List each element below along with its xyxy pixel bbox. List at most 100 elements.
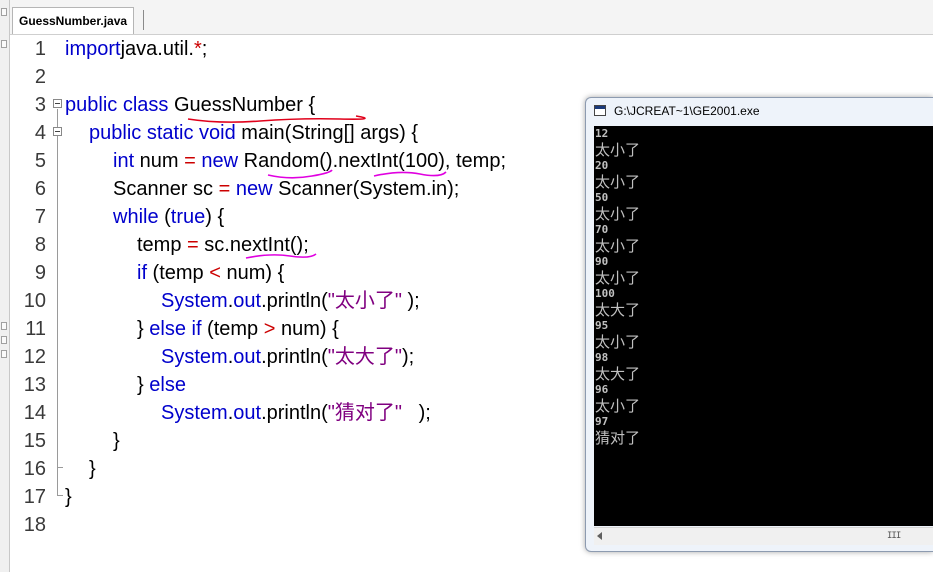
- code-token: (temp: [147, 262, 210, 284]
- tab-guessnumber-java[interactable]: GuessNumber.java: [12, 7, 135, 34]
- line-number: 15: [23, 430, 46, 452]
- console-input-line: 95: [595, 319, 609, 332]
- code-token: temp: [137, 234, 188, 256]
- line-number: 12: [23, 346, 46, 368]
- line-number: 8: [34, 234, 46, 256]
- code-token: Scanner sc: [113, 178, 219, 200]
- code-line: }: [113, 427, 120, 455]
- string-token: "太小了": [327, 290, 402, 312]
- console-message-line: 太大了: [595, 301, 641, 319]
- console-message-line: 太小了: [595, 333, 641, 351]
- code-token: ;: [201, 38, 208, 60]
- keyword-token: else: [149, 374, 186, 396]
- keyword-token: else if: [149, 318, 202, 340]
- keyword-token: out: [233, 346, 262, 368]
- console-input-line: 20: [595, 159, 609, 172]
- panel-marker[interactable]: [1, 350, 7, 358]
- keyword-token: int: [113, 150, 135, 172]
- editor-tab-bar: GuessNumber.java: [10, 0, 933, 35]
- code-line: }: [65, 483, 72, 511]
- line-number: 2: [34, 66, 46, 88]
- code-token: );: [401, 346, 415, 368]
- code-line: public static void main(String[] args) {: [89, 119, 418, 147]
- console-message-line: 太小了: [595, 269, 641, 287]
- console-input-line: 97: [595, 415, 609, 428]
- keyword-token: System: [161, 346, 228, 368]
- line-number: 16: [23, 458, 46, 480]
- line-number: 13: [23, 374, 46, 396]
- console-window[interactable]: G:\JCREAT~1\GE2001.exe 12 太小了 20 太小了 50 太小了 70…: [585, 97, 933, 552]
- keyword-token: out: [233, 402, 262, 424]
- code-line: importjava.util.*;: [65, 35, 207, 63]
- console-input-line: 70: [595, 223, 609, 236]
- keyword-token: import: [65, 38, 121, 60]
- line-number: 5: [34, 150, 46, 172]
- code-token: Random().nextInt(100), temp;: [238, 150, 506, 172]
- keyword-token: System: [161, 402, 228, 424]
- console-input-line: 98: [595, 351, 609, 364]
- code-token: GuessNumber {: [168, 94, 316, 116]
- line-number: 11: [25, 318, 46, 340]
- keyword-token: public class: [65, 94, 169, 116]
- panel-marker[interactable]: [1, 322, 7, 330]
- scroll-grip-icon[interactable]: III: [887, 531, 901, 541]
- fold-end-marker: [57, 495, 63, 496]
- console-message-line: 太大了: [595, 365, 641, 383]
- code-token: }: [89, 458, 96, 480]
- code-token: );: [401, 290, 420, 312]
- fold-end-marker: [57, 467, 63, 468]
- fold-toggle-icon[interactable]: [53, 99, 62, 108]
- console-input-line: 50: [595, 191, 609, 204]
- fold-toggle-icon[interactable]: [53, 127, 62, 136]
- code-token: sc.nextInt();: [198, 234, 309, 256]
- code-line: System.out.println("猜对了" );: [161, 399, 431, 427]
- fold-margin: [50, 35, 65, 572]
- code-line: int num = new Random().nextInt(100), tem…: [113, 147, 506, 175]
- keyword-token: out: [233, 290, 262, 312]
- console-message-line: 太小了: [595, 205, 641, 223]
- line-number-gutter: 1 2 3 4 5 6 7 8 9 10 11 12 13 14 15 16 17 18: [10, 35, 50, 572]
- code-token: num: [134, 150, 185, 172]
- code-token: (: [158, 206, 171, 228]
- operator-token: =: [184, 150, 196, 172]
- code-line: public class GuessNumber {: [65, 91, 315, 119]
- line-number: 14: [23, 402, 46, 424]
- code-token: }: [137, 318, 150, 340]
- line-number: 4: [34, 122, 46, 144]
- keyword-token: public static void: [89, 122, 236, 144]
- scroll-left-arrow-icon[interactable]: [597, 532, 602, 540]
- code-token: .println(: [261, 402, 328, 424]
- panel-marker[interactable]: [1, 336, 7, 344]
- panel-marker[interactable]: [1, 40, 7, 48]
- keyword-token: new: [201, 150, 239, 172]
- console-message-line: 猜对了: [595, 429, 641, 447]
- keyword-token: while: [113, 206, 159, 228]
- code-line: System.out.println("太大了");: [161, 343, 414, 371]
- fold-guide: [57, 109, 58, 495]
- code-line: } else if (temp > num) {: [137, 315, 339, 343]
- line-number: 6: [34, 178, 46, 200]
- console-input-line: 12: [595, 127, 609, 140]
- code-token: );: [401, 402, 431, 424]
- string-token: "猜对了": [327, 402, 402, 424]
- operator-token: <: [209, 262, 221, 284]
- operator-token: =: [218, 178, 231, 200]
- console-message-line: 太小了: [595, 397, 641, 415]
- console-message-line: 太小了: [595, 141, 641, 159]
- line-number: 3: [34, 94, 46, 116]
- panel-marker[interactable]: [1, 8, 7, 16]
- horizontal-scrollbar[interactable]: III: [594, 527, 933, 545]
- keyword-token: if: [137, 262, 147, 284]
- code-line: temp = sc.nextInt();: [137, 231, 309, 259]
- code-token: (temp: [201, 318, 264, 340]
- code-token: java.util.: [120, 38, 194, 60]
- console-message-line: 太小了: [595, 173, 641, 191]
- console-output[interactable]: 12 太小了 20 太小了 50 太小了 70 太小了 90 太小了 100 太大了 95 太小了 98 太大…: [594, 126, 933, 526]
- code-line: while (true) {: [113, 203, 224, 231]
- line-number: 17: [23, 486, 46, 508]
- code-line: if (temp < num) {: [137, 259, 284, 287]
- line-number: 9: [34, 262, 46, 284]
- line-number: 1: [34, 38, 46, 60]
- code-token: .println(: [261, 346, 328, 368]
- code-token: }: [113, 430, 120, 452]
